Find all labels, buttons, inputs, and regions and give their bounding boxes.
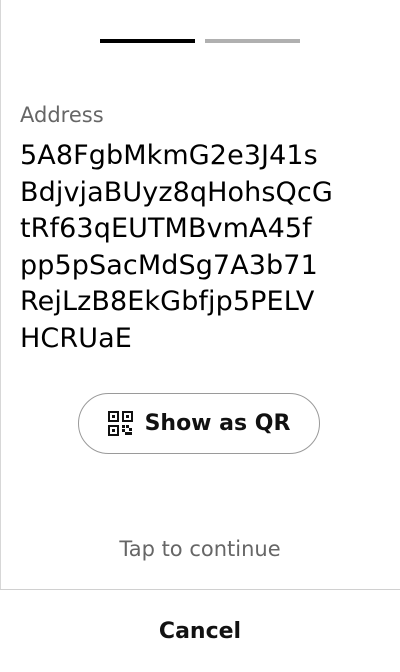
left-border <box>0 0 1 590</box>
address-label: Address <box>20 103 104 127</box>
cancel-button[interactable]: Cancel <box>0 590 400 672</box>
tap-to-continue-hint[interactable]: Tap to continue <box>0 537 400 561</box>
progress-step-2 <box>205 39 300 43</box>
qr-code-icon <box>107 411 133 436</box>
address-line: 5A8FgbMkmG2e3J41s <box>20 140 318 171</box>
address-line: RejLzB8EkGbfjp5PELV <box>20 286 315 317</box>
address-line: pp5pSacMdSg7A3b71 <box>20 249 318 281</box>
address-line: BdjvjaBUyz8qHohsQcG <box>20 176 333 208</box>
address-value: 5A8FgbMkmG2e3J41s BdjvjaBUyz8qHohsQcG tR… <box>20 138 333 357</box>
address-line: HCRUaE <box>20 322 132 354</box>
show-as-qr-button[interactable]: Show as QR <box>78 393 320 454</box>
address-line: tRf63qEUTMBvmA45f <box>20 213 312 244</box>
progress-indicator <box>100 39 300 43</box>
progress-step-1-active <box>100 39 195 43</box>
show-as-qr-label: Show as QR <box>144 411 291 436</box>
